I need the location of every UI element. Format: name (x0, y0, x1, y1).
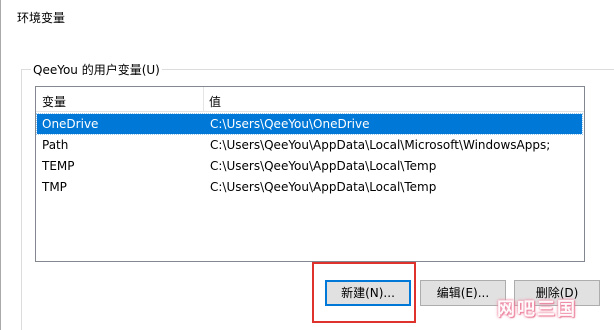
variable-name-cell: TMP (42, 180, 67, 194)
new-variable-button[interactable]: 新建(N)... (325, 280, 411, 306)
list-header: 变量 值 (36, 87, 584, 112)
variable-name-cell: OneDrive (42, 117, 99, 131)
environment-variables-dialog: 环境变量 QeeYou 的用户变量(U) 变量 值 OneDrive C:\Us… (0, 0, 614, 330)
list-row-onedrive[interactable]: OneDrive C:\Users\QeeYou\OneDrive (36, 113, 583, 135)
list-row-temp[interactable]: TEMP C:\Users\QeeYou\AppData\Local\Temp (37, 156, 582, 176)
variable-value-cell: C:\Users\QeeYou\AppData\Local\Microsoft\… (210, 138, 551, 152)
variable-value-cell: C:\Users\QeeYou\OneDrive (210, 117, 370, 131)
list-row-tmp[interactable]: TMP C:\Users\QeeYou\AppData\Local\Temp (37, 177, 582, 197)
user-variables-list[interactable]: 变量 值 OneDrive C:\Users\QeeYou\OneDrive P… (35, 86, 585, 262)
variable-name-cell: Path (42, 138, 69, 152)
list-row-path[interactable]: Path C:\Users\QeeYou\AppData\Local\Micro… (37, 135, 582, 155)
dialog-title: 环境变量 (17, 11, 66, 25)
column-separator[interactable] (203, 87, 204, 111)
user-variables-group-label: QeeYou 的用户变量(U) (31, 61, 162, 78)
delete-variable-button[interactable]: 删除(D) (514, 280, 600, 306)
column-header-variable[interactable]: 变量 (42, 93, 66, 110)
edit-variable-button[interactable]: 编辑(E)... (420, 280, 506, 306)
variable-value-cell: C:\Users\QeeYou\AppData\Local\Temp (210, 159, 437, 173)
variable-value-cell: C:\Users\QeeYou\AppData\Local\Temp (210, 180, 437, 194)
column-header-value[interactable]: 值 (209, 93, 221, 110)
variable-name-cell: TEMP (42, 159, 75, 173)
